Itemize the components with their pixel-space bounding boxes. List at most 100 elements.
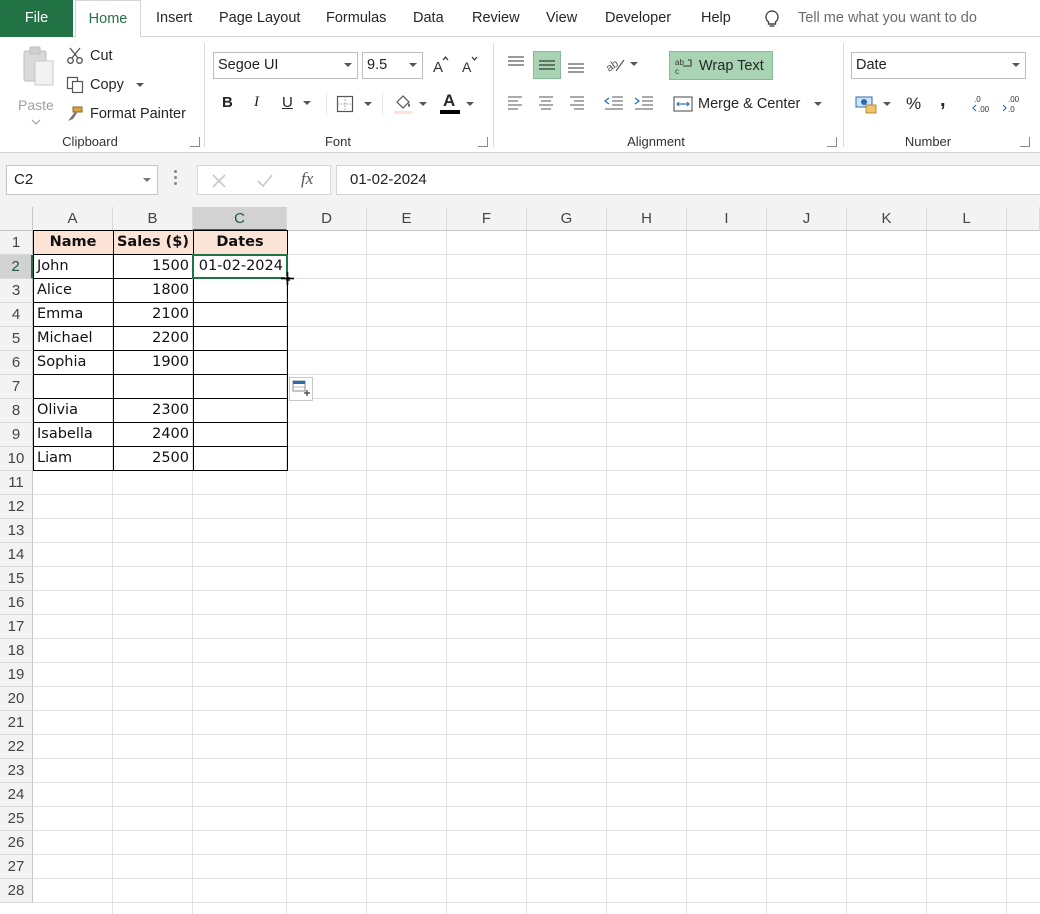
row-header-14[interactable]: 14 [0,543,33,567]
tab-formulas[interactable]: Formulas [316,0,396,37]
borders-button[interactable] [336,95,372,113]
sales-cell[interactable] [113,375,193,399]
sales-cell[interactable]: 2100 [113,303,193,327]
column-header-g[interactable]: G [527,207,607,231]
tab-developer[interactable]: Developer [595,0,681,37]
name-cell[interactable]: John [33,255,113,279]
tab-review[interactable]: Review [462,0,530,37]
cancel-icon[interactable] [210,172,228,190]
insert-function-icon[interactable]: fx [301,169,313,189]
row-header-28[interactable]: 28 [0,879,33,903]
name-cell[interactable]: Isabella [33,423,113,447]
sales-cell[interactable]: 2300 [113,399,193,423]
date-cell[interactable] [193,399,287,423]
sales-cell[interactable]: 1800 [113,279,193,303]
sales-cell[interactable]: 1500 [113,255,193,279]
quick-analysis-button[interactable] [289,377,313,401]
name-cell[interactable]: Sophia [33,351,113,375]
clipboard-launcher-icon[interactable] [190,137,200,147]
name-cell[interactable]: Michael [33,327,113,351]
tab-help[interactable]: Help [691,0,741,37]
date-cell[interactable] [193,351,287,375]
row-header-24[interactable]: 24 [0,783,33,807]
cut-button[interactable]: Cut [66,45,113,67]
column-header-j[interactable]: J [767,207,847,231]
font-name-combo[interactable]: Segoe UI [213,52,358,79]
row-header-18[interactable]: 18 [0,639,33,663]
font-color-button[interactable]: A [440,91,474,115]
name-box[interactable]: C2 [6,165,158,195]
row-header-19[interactable]: 19 [0,663,33,687]
header-cell-0[interactable]: Name [33,231,113,255]
column-header-d[interactable]: D [287,207,367,231]
italic-button[interactable]: I [254,94,259,111]
row-header-21[interactable]: 21 [0,711,33,735]
date-cell[interactable] [193,375,287,399]
row-header-4[interactable]: 4 [0,303,33,327]
align-center-button[interactable] [537,95,555,111]
row-header-12[interactable]: 12 [0,495,33,519]
tab-home[interactable]: Home [75,0,141,38]
align-top-button[interactable] [507,52,529,74]
row-header-23[interactable]: 23 [0,759,33,783]
date-cell[interactable] [193,327,287,351]
column-header-overflow[interactable] [1007,207,1040,231]
row-header-7[interactable]: 7 [0,375,33,399]
column-header-l[interactable]: L [927,207,1007,231]
row-header-13[interactable]: 13 [0,519,33,543]
increase-indent-button[interactable] [634,95,654,111]
row-header-20[interactable]: 20 [0,687,33,711]
accounting-format-button[interactable] [855,94,891,114]
row-header-5[interactable]: 5 [0,327,33,351]
align-middle-button[interactable] [533,51,561,79]
copy-button[interactable]: Copy [66,74,144,96]
column-header-b[interactable]: B [113,207,193,231]
tab-data[interactable]: Data [403,0,454,37]
date-cell[interactable] [193,423,287,447]
number-format-combo[interactable]: Date [851,52,1026,79]
column-header-f[interactable]: F [447,207,527,231]
alignment-launcher-icon[interactable] [827,137,837,147]
tab-file[interactable]: File [0,0,73,37]
formula-bar-grip-icon[interactable] [174,170,178,188]
sales-cell[interactable]: 2200 [113,327,193,351]
decrease-decimal-button[interactable]: .00 .0 [1002,94,1024,114]
row-header-10[interactable]: 10 [0,447,33,471]
number-launcher-icon[interactable] [1020,137,1030,147]
orientation-button[interactable]: ab [604,54,638,74]
date-cell[interactable] [193,447,287,471]
bold-button[interactable]: B [222,94,233,111]
formula-input[interactable]: 01-02-2024 [336,165,1040,195]
row-header-26[interactable]: 26 [0,831,33,855]
header-cell-1[interactable]: Sales ($) [113,231,193,255]
increase-decimal-button[interactable]: .0 .00 [972,94,994,114]
sales-cell[interactable]: 2500 [113,447,193,471]
column-header-i[interactable]: I [687,207,767,231]
comma-button[interactable]: , [940,89,946,112]
font-launcher-icon[interactable] [478,137,488,147]
underline-button[interactable]: U [282,94,311,111]
align-right-button[interactable] [567,95,585,111]
column-header-e[interactable]: E [367,207,447,231]
row-header-9[interactable]: 9 [0,423,33,447]
row-header-27[interactable]: 27 [0,855,33,879]
tab-insert[interactable]: Insert [146,0,202,37]
row-header-1[interactable]: 1 [0,231,33,255]
font-size-combo[interactable]: 9.5 [362,52,423,79]
column-header-h[interactable]: H [607,207,687,231]
column-header-c[interactable]: C [193,207,287,231]
select-all-corner[interactable] [0,207,33,231]
decrease-font-button[interactable]: A [461,55,479,75]
name-cell[interactable] [33,375,113,399]
tab-page-layout[interactable]: Page Layout [209,0,310,37]
fill-color-button[interactable] [393,93,427,115]
column-header-a[interactable]: A [33,207,113,231]
column-header-k[interactable]: K [847,207,927,231]
align-left-button[interactable] [507,95,525,111]
tab-view[interactable]: View [536,0,587,37]
row-header-6[interactable]: 6 [0,351,33,375]
row-header-15[interactable]: 15 [0,567,33,591]
decrease-indent-button[interactable] [604,95,624,111]
enter-check-icon[interactable] [256,172,274,190]
percent-button[interactable]: % [906,94,921,114]
